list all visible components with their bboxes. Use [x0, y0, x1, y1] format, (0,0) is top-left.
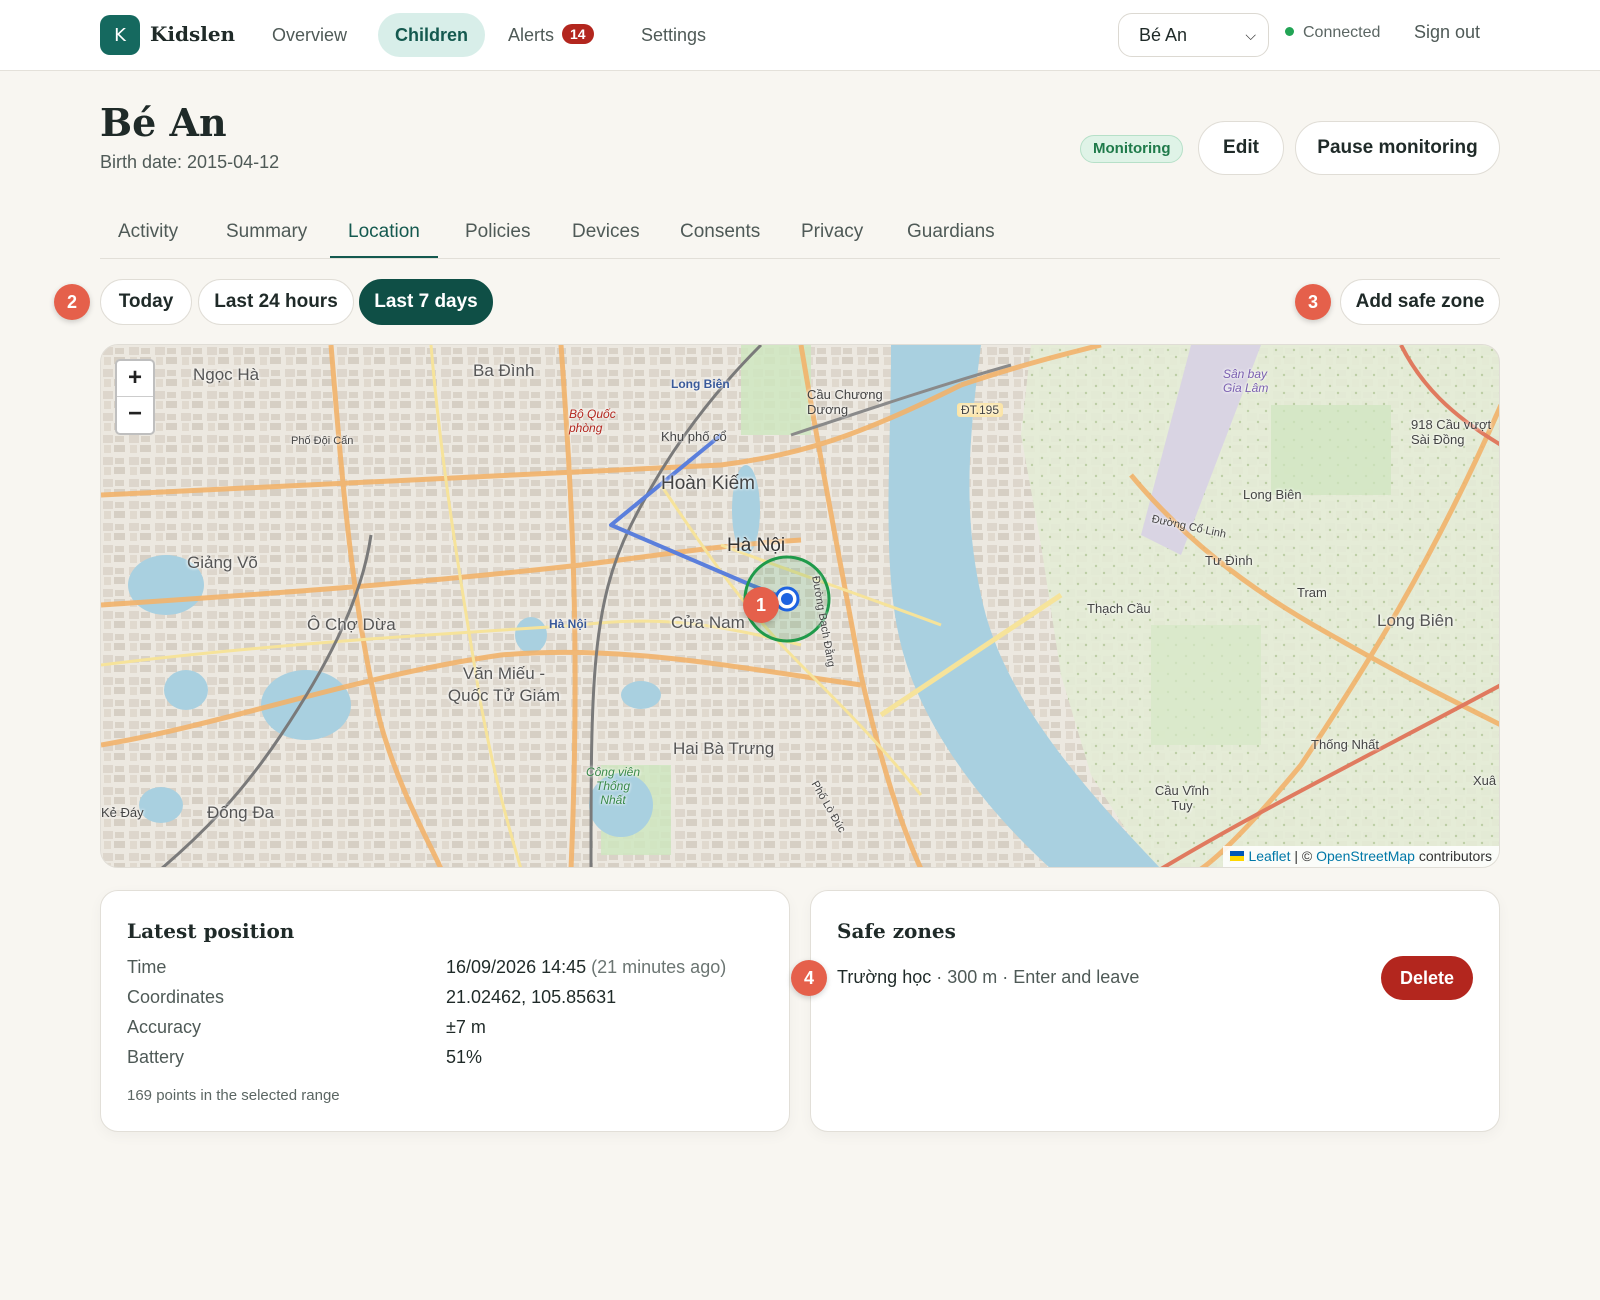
map-label: Long Biên [1243, 487, 1302, 502]
map-label: Long Biên [671, 377, 730, 391]
map-label: Bộ Quốc phòng [569, 407, 616, 435]
safe-zone-item: Trường học · 300 m · Enter and leave [837, 967, 1139, 988]
alerts-count-badge: 14 [562, 24, 594, 44]
status-badge: Monitoring [1080, 135, 1184, 163]
range-7d-button[interactable]: Last 7 days [359, 279, 493, 325]
sign-out-link[interactable]: Sign out [1414, 22, 1480, 43]
map-label: Văn Miếu - Quốc Tử Giám [447, 664, 561, 705]
map-label: Cửa Nam [671, 613, 745, 632]
map-label: Long Biên [1377, 611, 1454, 630]
map-label: 918 Cầu vượt Sài Đồng [1411, 417, 1492, 447]
tab-activity[interactable]: Activity [100, 210, 196, 258]
map-label: ĐT.195 [957, 403, 1004, 417]
time-relative: (21 minutes ago) [586, 957, 727, 977]
nav-settings[interactable]: Settings [624, 13, 723, 57]
location-map[interactable]: Ngọc Hà Ba Đình Long Biên Cầu Chương Dươ… [100, 344, 1500, 868]
map-label: Thạch Cầu [1087, 601, 1151, 616]
app-name[interactable]: Kidslen [150, 22, 235, 46]
map-label: Thống Nhất [1311, 737, 1379, 752]
time-value-text: 16/09/2026 14:45 [446, 957, 587, 977]
safe-zones-card: Safe zones Trường học · 300 m · Enter an… [810, 890, 1500, 1132]
map-label: Cầu Chương Dương [807, 387, 883, 417]
attribution-separator: | © [1290, 848, 1317, 864]
map-label: Tram [1297, 585, 1327, 600]
page-title: Bé An [100, 100, 227, 145]
map-label: Ô Chợ Dừa [307, 615, 396, 634]
map-label: Cầu Vĩnh Tuy [1154, 783, 1210, 813]
tab-privacy[interactable]: Privacy [783, 210, 881, 258]
latest-position-card: Latest position Time 16/09/2026 14:45 (2… [100, 890, 790, 1132]
map-label: Sân bay Gia Lâm [1223, 367, 1269, 395]
map-tiles [101, 345, 1499, 867]
top-navbar: K Kidslen Overview Children Alerts 14 Set… [0, 0, 1600, 71]
map-label: Tư Đình [1205, 553, 1253, 568]
map-label: Khu phố cổ [661, 429, 727, 444]
nav-alerts[interactable]: Alerts 14 [491, 13, 611, 57]
nav-children[interactable]: Children [378, 13, 486, 57]
edit-button[interactable]: Edit [1198, 121, 1284, 175]
map-label: Giảng Võ [187, 553, 258, 572]
nav-alerts-label: Alerts [508, 25, 555, 45]
map-zoom-control: + − [115, 359, 155, 435]
connection-label: Connected [1303, 24, 1381, 41]
range-24h-button[interactable]: Last 24 hours [198, 279, 354, 325]
pause-monitoring-button[interactable]: Pause monitoring [1295, 121, 1500, 175]
app-logo-icon[interactable]: K [100, 15, 140, 55]
map-label: Đống Đa [207, 803, 275, 822]
map-attribution: Leaflet | © OpenStreetMap contributors [1223, 846, 1499, 867]
osm-link[interactable]: OpenStreetMap [1316, 848, 1415, 864]
delete-safe-zone-button[interactable]: Delete [1381, 956, 1473, 1000]
map-label: Ngọc Hà [193, 365, 260, 384]
coordinates-label: Coordinates [127, 987, 225, 1007]
map-label: Công viên Thống Nhất [585, 765, 641, 807]
safe-zone-details: · 300 m · Enter and leave [931, 967, 1140, 987]
range-today-button[interactable]: Today [100, 279, 192, 325]
step-marker-2: 2 [54, 284, 90, 320]
child-select-value: Bé An [1139, 25, 1188, 45]
map-label: Kẻ Đáy [101, 805, 144, 820]
tab-consents[interactable]: Consents [662, 210, 778, 258]
accuracy-label: Accuracy [127, 1017, 202, 1037]
status-dot-icon [1285, 27, 1294, 36]
safe-zone-name: Trường học [837, 967, 932, 987]
time-value: 16/09/2026 14:45 (21 minutes ago) [446, 957, 726, 978]
accuracy-value: ±7 m [446, 1017, 486, 1037]
step-marker-3: 3 [1295, 284, 1331, 320]
battery-value: 51% [446, 1047, 483, 1067]
zoom-in-button[interactable]: + [117, 361, 153, 397]
child-select[interactable]: Bé An ⌵ [1118, 13, 1269, 57]
step-marker-4: 4 [791, 960, 827, 996]
map-label: Ba Đình [473, 361, 535, 380]
tab-policies[interactable]: Policies [447, 210, 548, 258]
map-label: Hai Bà Trưng [673, 739, 775, 758]
ukraine-flag-icon [1230, 851, 1245, 861]
latest-position-title: Latest position [127, 919, 295, 943]
connection-status: Connected [1285, 24, 1380, 42]
leaflet-link[interactable]: Leaflet [1248, 848, 1290, 864]
map-label: Hà Nội [549, 617, 588, 631]
chevron-down-icon: ⌵ [1245, 27, 1256, 43]
map-label: Phố Đội Cấn [291, 435, 354, 447]
nav-overview[interactable]: Overview [255, 13, 364, 57]
tab-location[interactable]: Location [330, 210, 438, 258]
add-safe-zone-button[interactable]: Add safe zone [1340, 279, 1500, 325]
tab-devices[interactable]: Devices [554, 210, 658, 258]
time-label: Time [127, 957, 167, 977]
map-label: Hoàn Kiếm [661, 473, 755, 494]
zoom-out-button[interactable]: − [117, 397, 153, 433]
step-marker-1: 1 [743, 587, 779, 623]
birth-date: Birth date: 2015-04-12 [100, 152, 280, 172]
tab-guardians[interactable]: Guardians [889, 210, 1013, 258]
coordinates-value: 21.02462, 105.85631 [446, 987, 617, 1007]
map-label: Xuâ [1473, 773, 1497, 788]
tab-summary[interactable]: Summary [208, 210, 325, 258]
map-label: Hà Nội [727, 535, 786, 556]
points-count-note: 169 points in the selected range [127, 1087, 340, 1104]
tab-bar: Activity Summary Location Policies Devic… [100, 210, 1500, 259]
battery-label: Battery [127, 1047, 185, 1067]
safe-zones-title: Safe zones [837, 919, 956, 943]
attribution-contributors: contributors [1414, 848, 1492, 864]
